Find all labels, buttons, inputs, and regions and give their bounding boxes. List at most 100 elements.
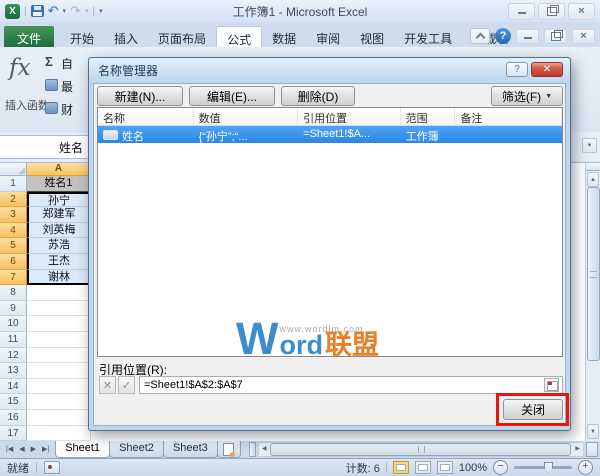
collapse-ribbon-icon[interactable]: [470, 28, 490, 44]
tab-数据[interactable]: 数据: [262, 26, 306, 47]
edit-name-button[interactable]: 编辑(E)...: [189, 86, 275, 106]
insert-function-icon[interactable]: fx: [9, 55, 30, 81]
redo-icon[interactable]: ↷: [70, 5, 81, 17]
autosum-icon[interactable]: Σ: [45, 54, 53, 69]
cell-A7[interactable]: 谢林: [27, 270, 91, 286]
column-header-数值[interactable]: 数值: [194, 108, 299, 125]
cell-A6[interactable]: 王杰: [27, 254, 91, 270]
row-header-12[interactable]: 12: [0, 348, 27, 364]
insert-worksheet-icon[interactable]: [217, 441, 241, 458]
zoom-level[interactable]: 100%: [459, 462, 487, 474]
name-box[interactable]: 姓名: [0, 135, 91, 159]
column-header-备注[interactable]: 备注: [455, 108, 562, 125]
delete-name-button[interactable]: 删除(D): [281, 86, 355, 106]
tab-开发工具[interactable]: 开发工具: [394, 26, 462, 47]
tab-file[interactable]: 文件: [4, 26, 54, 47]
row-header-15[interactable]: 15: [0, 394, 27, 410]
recent-functions-label[interactable]: 最: [61, 78, 73, 95]
page-layout-view-icon[interactable]: [415, 461, 431, 474]
qat-customize-icon[interactable]: ▾: [99, 7, 103, 15]
cell-A5[interactable]: 苏浩: [27, 238, 91, 254]
select-all-corner[interactable]: [0, 163, 27, 176]
cancel-entry-icon[interactable]: ✕: [99, 376, 116, 394]
column-header-a[interactable]: A: [27, 163, 91, 176]
row-header-11[interactable]: 11: [0, 332, 27, 348]
zoom-slider-thumb[interactable]: [544, 462, 553, 473]
cell-A12[interactable]: [27, 348, 91, 364]
sheet-tab-sheet1[interactable]: Sheet1: [55, 441, 110, 458]
insert-function-label[interactable]: 插入函数: [5, 97, 49, 113]
confirm-entry-icon[interactable]: ✓: [118, 376, 135, 394]
scroll-right-icon[interactable]: ▶: [572, 443, 583, 456]
row-header-4[interactable]: 4: [0, 223, 27, 239]
zoom-in-icon[interactable]: +: [578, 460, 593, 475]
column-header-引用位置[interactable]: 引用位置: [298, 108, 401, 125]
cell-A13[interactable]: [27, 363, 91, 379]
cell-A11[interactable]: [27, 332, 91, 348]
dialog-close-icon[interactable]: ✕: [531, 62, 563, 77]
row-header-1[interactable]: 1: [0, 176, 27, 192]
horizontal-scrollbar[interactable]: ◀ ▶: [258, 442, 584, 457]
column-header-名称[interactable]: 名称: [98, 108, 194, 125]
tab-审阅[interactable]: 审阅: [306, 26, 350, 47]
tab-开始[interactable]: 开始: [60, 26, 104, 47]
close-button[interactable]: ×: [568, 3, 595, 20]
help-icon[interactable]: ?: [495, 28, 511, 44]
cell-A2[interactable]: 孙宁: [27, 192, 91, 208]
scroll-left-icon[interactable]: ◀: [259, 443, 270, 456]
zoom-out-icon[interactable]: −: [493, 460, 508, 475]
row-header-13[interactable]: 13: [0, 363, 27, 379]
cell-A4[interactable]: 刘英梅: [27, 223, 91, 239]
row-header-14[interactable]: 14: [0, 379, 27, 395]
undo-icon[interactable]: ↶: [48, 5, 59, 17]
new-name-button[interactable]: 新建(N)...: [97, 86, 183, 106]
redo-dropdown-icon[interactable]: ▾: [85, 7, 89, 15]
cell-A9[interactable]: [27, 301, 91, 317]
undo-dropdown-icon[interactable]: ▾: [63, 7, 67, 15]
row-header-5[interactable]: 5: [0, 238, 27, 254]
record-macro-icon[interactable]: [44, 461, 60, 474]
cell-A15[interactable]: [27, 394, 91, 410]
tab-插入[interactable]: 插入: [104, 26, 148, 47]
autosum-label[interactable]: 自: [61, 55, 73, 72]
column-header-范围[interactable]: 范围: [401, 108, 456, 125]
scroll-down-icon[interactable]: ▼: [587, 424, 599, 439]
financial-functions-icon[interactable]: [45, 102, 58, 114]
row-header-9[interactable]: 9: [0, 301, 27, 317]
row-header-8[interactable]: 8: [0, 285, 27, 301]
cell-A17[interactable]: [27, 426, 91, 442]
dialog-title-bar[interactable]: 名称管理器: [89, 58, 570, 82]
workbook-restore-button[interactable]: [544, 29, 567, 44]
sheet-tab-sheet2[interactable]: Sheet2: [109, 441, 164, 458]
formula-bar-expand-icon[interactable]: ▼: [582, 138, 597, 153]
dialog-close-button[interactable]: 关闭: [503, 399, 563, 420]
filter-button[interactable]: 筛选(F) ▼: [491, 86, 563, 106]
row-header-10[interactable]: 10: [0, 316, 27, 332]
financial-functions-label[interactable]: 财: [61, 101, 73, 118]
tab-视图[interactable]: 视图: [350, 26, 394, 47]
next-sheet-icon[interactable]: ▶: [28, 442, 39, 457]
dialog-help-icon[interactable]: ?: [506, 62, 528, 77]
minimize-button[interactable]: [508, 3, 535, 20]
cell-A16[interactable]: [27, 410, 91, 426]
cell-A3[interactable]: 郑建军: [27, 207, 91, 223]
cell-A8[interactable]: [27, 285, 91, 301]
collapse-range-icon[interactable]: [544, 378, 559, 392]
first-sheet-icon[interactable]: |◀: [3, 442, 16, 457]
row-header-17[interactable]: 17: [0, 426, 27, 442]
cell-A1[interactable]: 姓名1: [27, 176, 91, 192]
vertical-split-handle[interactable]: [586, 163, 600, 171]
vertical-scrollbar[interactable]: ▲ ▼: [585, 163, 600, 441]
row-header-7[interactable]: 7: [0, 270, 27, 286]
row-header-2[interactable]: 2: [0, 192, 27, 208]
row-header-16[interactable]: 16: [0, 410, 27, 426]
recent-functions-icon[interactable]: [45, 79, 58, 91]
scroll-up-icon[interactable]: ▲: [587, 172, 599, 187]
horizontal-scroll-thumb[interactable]: [270, 443, 571, 456]
tab-公式[interactable]: 公式: [216, 26, 262, 47]
row-header-6[interactable]: 6: [0, 254, 27, 270]
vertical-scroll-thumb[interactable]: [587, 187, 600, 361]
scrollbar-end-handle[interactable]: [586, 442, 598, 457]
restore-button[interactable]: [538, 3, 565, 20]
workbook-minimize-button[interactable]: [516, 29, 539, 44]
